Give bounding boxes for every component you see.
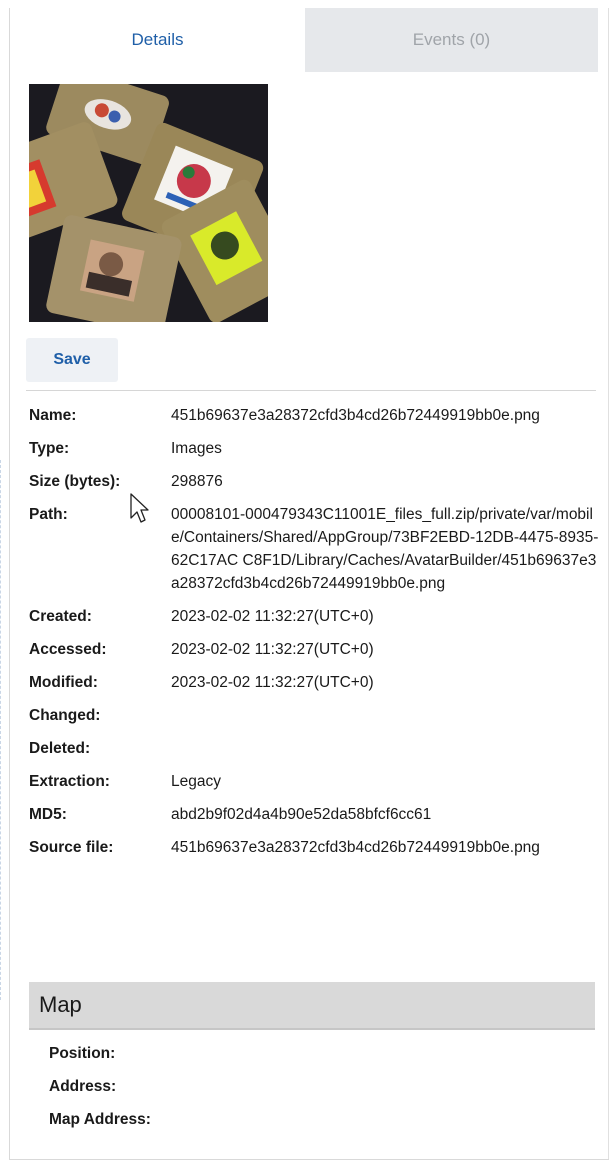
map-value	[249, 1042, 589, 1065]
map-key: Position:	[49, 1045, 116, 1062]
property-row-md5: MD5: abd2b9f02d4a4b90e52da58bfcf6cc61	[29, 803, 599, 826]
property-row-changed: Changed:	[29, 704, 599, 727]
details-panel: Details Events (0) Save Name: 451b69637e…	[9, 8, 609, 1160]
property-row-name: Name: 451b69637e3a28372cfd3b4cd26b724499…	[29, 404, 599, 427]
property-key: Changed:	[29, 707, 101, 724]
property-row-source-file: Source file: 451b69637e3a28372cfd3b4cd26…	[29, 836, 599, 859]
map-key: Map Address:	[49, 1111, 151, 1128]
property-value: 2023-02-02 11:32:27(UTC+0)	[171, 608, 374, 625]
property-value: abd2b9f02d4a4b90e52da58bfcf6cc61	[171, 806, 432, 823]
save-button[interactable]: Save	[26, 338, 118, 382]
property-value: Images	[171, 440, 222, 457]
property-key: Accessed:	[29, 641, 107, 658]
property-row-deleted: Deleted:	[29, 737, 599, 760]
tab-details[interactable]: Details	[10, 8, 305, 72]
property-key: Deleted:	[29, 740, 91, 757]
tab-events[interactable]: Events (0)	[305, 8, 598, 72]
property-row-created: Created: 2023-02-02 11:32:27(UTC+0)	[29, 605, 599, 628]
property-value: 451b69637e3a28372cfd3b4cd26b72449919bb0e…	[171, 407, 540, 424]
image-thumbnail[interactable]	[29, 84, 268, 322]
property-value	[171, 737, 599, 760]
property-key: Path:	[29, 506, 68, 523]
property-row-extraction: Extraction: Legacy	[29, 770, 599, 793]
property-key: Name:	[29, 407, 77, 424]
mouse-pointer-icon	[130, 493, 149, 523]
property-value: 2023-02-02 11:32:27(UTC+0)	[171, 641, 374, 658]
thumbnail-image-icon	[29, 84, 268, 322]
map-section-header: Map	[29, 982, 595, 1030]
property-row-path: Path: 00008101-000479343C11001E_files_fu…	[29, 503, 599, 595]
map-row-map-address: Map Address:	[49, 1108, 589, 1131]
map-value	[249, 1108, 589, 1131]
property-row-size: Size (bytes): 298876	[29, 470, 599, 493]
map-properties: Position: Address: Map Address:	[49, 1042, 589, 1141]
divider	[26, 390, 596, 391]
property-key: MD5:	[29, 806, 67, 823]
property-row-accessed: Accessed: 2023-02-02 11:32:27(UTC+0)	[29, 638, 599, 661]
property-key: Created:	[29, 608, 92, 625]
file-properties: Name: 451b69637e3a28372cfd3b4cd26b724499…	[29, 404, 599, 869]
property-value: 298876	[171, 473, 223, 490]
property-key: Type:	[29, 440, 70, 457]
map-value	[249, 1075, 589, 1098]
property-value: Legacy	[171, 773, 221, 790]
property-value: 451b69637e3a28372cfd3b4cd26b72449919bb0e…	[171, 839, 540, 856]
property-key: Extraction:	[29, 773, 110, 790]
map-row-position: Position:	[49, 1042, 589, 1065]
tab-bar: Details Events (0)	[10, 8, 609, 72]
property-row-type: Type: Images	[29, 437, 599, 460]
left-edge-guide	[0, 460, 3, 1000]
map-key: Address:	[49, 1078, 117, 1095]
property-value: 2023-02-02 11:32:27(UTC+0)	[171, 674, 374, 691]
map-row-address: Address:	[49, 1075, 589, 1098]
property-value: 00008101-000479343C11001E_files_full.zip…	[171, 506, 599, 592]
property-row-modified: Modified: 2023-02-02 11:32:27(UTC+0)	[29, 671, 599, 694]
property-key: Size (bytes):	[29, 473, 121, 490]
property-key: Source file:	[29, 839, 114, 856]
property-key: Modified:	[29, 674, 98, 691]
property-value	[171, 704, 599, 727]
